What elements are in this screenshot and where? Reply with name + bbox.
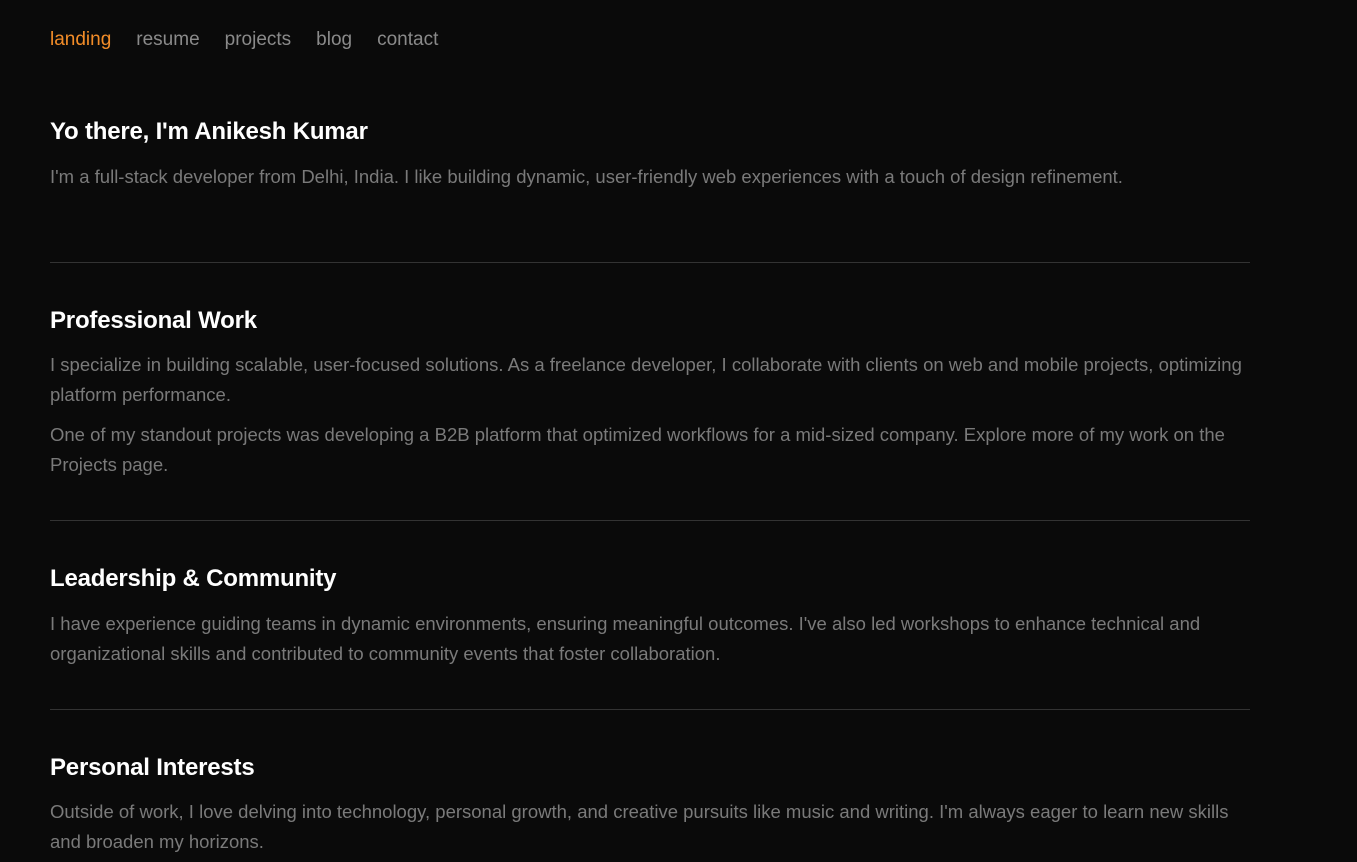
leadership-title: Leadership & Community — [50, 565, 337, 592]
professional-title: Professional Work — [50, 307, 257, 334]
intro-body: I'm a full-stack developer from Delhi, I… — [50, 166, 1123, 187]
intro-title: Yo there, I'm Anikesh Kumar — [50, 118, 368, 145]
section-divider — [50, 520, 1250, 521]
nav-link-resume[interactable]: resume — [136, 26, 199, 54]
professional-section: Professional Work I specialize in buildi… — [50, 306, 1250, 480]
interests-body: Outside of work, I love delving into tec… — [50, 801, 1229, 852]
leadership-body: I have experience guiding teams in dynam… — [50, 613, 1201, 664]
nav-link-projects[interactable]: projects — [225, 26, 292, 54]
top-nav: landing resume projects blog contact — [50, 26, 463, 54]
nav-link-landing[interactable]: landing — [50, 26, 111, 54]
interests-section: Personal Interests Outside of work, I lo… — [50, 753, 1250, 857]
professional-paragraph-1: I specialize in building scalable, user-… — [50, 354, 1242, 405]
professional-paragraph-2: One of my standout projects was developi… — [50, 424, 1225, 475]
nav-link-blog[interactable]: blog — [316, 26, 352, 54]
intro-section: Yo there, I'm Anikesh Kumar I'm a full-s… — [50, 117, 1250, 192]
section-divider — [50, 709, 1250, 710]
section-divider — [50, 262, 1250, 263]
leadership-section: Leadership & Community I have experience… — [50, 564, 1250, 669]
nav-link-contact[interactable]: contact — [377, 26, 438, 54]
interests-title: Personal Interests — [50, 754, 255, 781]
